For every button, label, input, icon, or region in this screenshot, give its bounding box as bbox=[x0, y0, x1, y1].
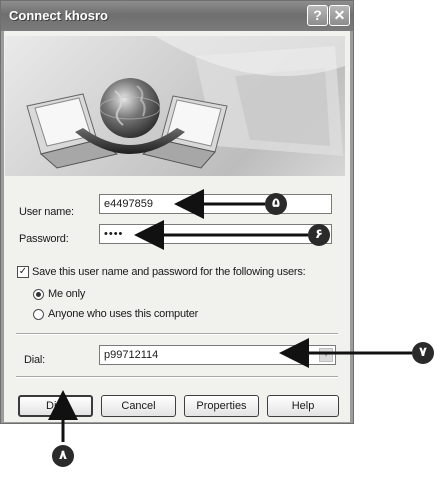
callout-arrows bbox=[48, 189, 412, 442]
callout-badge-7: ۷ bbox=[412, 342, 434, 364]
callout-badge-6: ۶ bbox=[308, 224, 330, 246]
callout-badge-8: ۸ bbox=[52, 445, 74, 467]
callout-badge-5: ۵ bbox=[265, 193, 287, 215]
